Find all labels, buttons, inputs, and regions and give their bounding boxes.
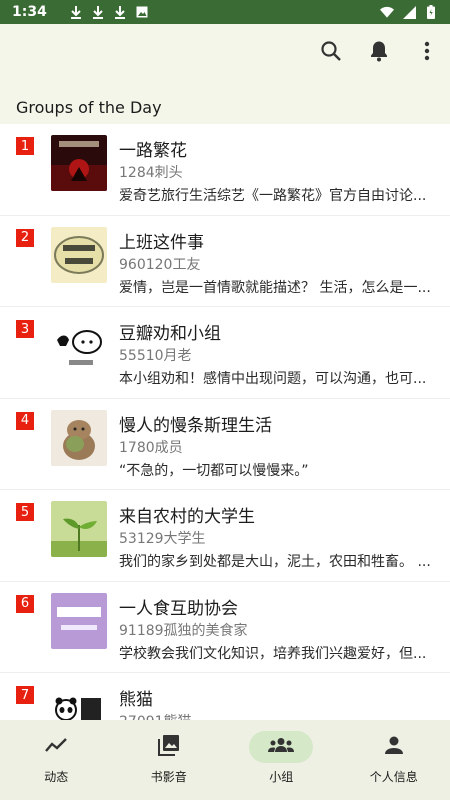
app-bar xyxy=(0,24,450,80)
nav-item-groups[interactable]: 小组 xyxy=(225,720,338,800)
list-item[interactable]: 2 上班这件事 960120工友 爱情，岂是一首情歌就能描述？ 生活，怎么是一.… xyxy=(0,216,450,307)
nav-item-books-movies-music[interactable]: 书影音 xyxy=(113,720,226,800)
group-name: 豆瓣劝和小组 xyxy=(119,324,221,344)
list-item[interactable]: 7 熊猫 27091熊猫 xyxy=(0,673,450,720)
bottom-navigation: 动态 书影音 小组 个人信息 xyxy=(0,720,450,800)
rank-badge: 7 xyxy=(16,686,34,704)
section-title: Groups of the Day xyxy=(0,80,450,124)
list-item[interactable]: 3 豆瓣劝和小组 55510月老 本小组劝和！感情中出现问题，可以沟通，也可..… xyxy=(0,307,450,399)
rank-badge: 4 xyxy=(16,411,34,430)
group-members: 27091熊猫 xyxy=(119,711,192,720)
group-name: 来自农村的大学生 xyxy=(119,507,255,527)
image-icon xyxy=(135,5,149,19)
group-list[interactable]: 1 一路繁花 1284刺头 爱奇艺旅行生活综艺《一路繁花》官方自由讨论... 2… xyxy=(0,124,450,720)
rank-badge: 1 xyxy=(16,137,34,155)
status-bar: 1:34 xyxy=(0,0,450,24)
nav-label: 动态 xyxy=(44,770,69,784)
group-description: 爱情，岂是一首情歌就能描述？ 生活，怎么是一... xyxy=(119,279,431,296)
group-avatar xyxy=(51,684,107,720)
search-icon[interactable] xyxy=(318,38,344,64)
list-item[interactable]: 6 一人食互助协会 91189孤独的美食家 学校教会我们文化知识，培养我们兴趣爱… xyxy=(0,582,450,673)
group-members: 53129大学生 xyxy=(119,531,206,547)
group-members: 91189孤独的美食家 xyxy=(119,622,248,639)
group-description: 本小组劝和！感情中出现问题，可以沟通，也可... xyxy=(119,371,427,387)
group-members: 1284刺头 xyxy=(119,165,183,181)
list-item[interactable]: 5 来自农村的大学生 53129大学生 我们的家乡到处都是大山，泥土，农田和牲畜… xyxy=(0,490,450,582)
bell-icon[interactable] xyxy=(366,38,392,64)
status-time: 1:34 xyxy=(12,4,47,20)
group-description: “不急的，一切都可以慢慢来。” xyxy=(119,462,309,479)
group-name: 一路繁花 xyxy=(119,141,187,161)
signal-icon xyxy=(402,5,416,19)
group-name: 慢人的慢条斯理生活 xyxy=(119,415,272,436)
download-icon xyxy=(69,5,83,19)
download-icon xyxy=(113,5,127,19)
nav-item-dynamics[interactable]: 动态 xyxy=(0,720,113,800)
more-vert-icon[interactable] xyxy=(414,38,440,64)
group-members: 1780成员 xyxy=(119,439,183,456)
rank-badge: 2 xyxy=(16,228,34,247)
group-description: 爱奇艺旅行生活综艺《一路繁花》官方自由讨论... xyxy=(119,188,427,204)
group-avatar xyxy=(51,592,107,649)
battery-icon xyxy=(424,5,438,19)
group-avatar xyxy=(51,135,107,191)
nav-label: 个人信息 xyxy=(369,770,418,784)
rank-badge: 5 xyxy=(16,503,34,521)
group-members: 960120工友 xyxy=(119,256,201,273)
group-members: 55510月老 xyxy=(119,348,192,364)
group-avatar xyxy=(51,226,107,283)
group-avatar xyxy=(51,318,107,374)
nav-item-profile[interactable]: 个人信息 xyxy=(338,720,450,800)
group-name: 一人食互助协会 xyxy=(119,598,238,619)
rank-badge: 3 xyxy=(16,320,34,338)
group-name: 上班这件事 xyxy=(119,232,204,253)
rank-badge: 6 xyxy=(16,594,34,613)
nav-label: 书影音 xyxy=(150,770,187,784)
list-item[interactable]: 4 慢人的慢条斯理生活 1780成员 “不急的，一切都可以慢慢来。” xyxy=(0,399,450,490)
list-item[interactable]: 1 一路繁花 1284刺头 爱奇艺旅行生活综艺《一路繁花》官方自由讨论... xyxy=(0,124,450,216)
group-name: 熊猫 xyxy=(119,690,153,710)
download-icon xyxy=(91,5,105,19)
group-description: 我们的家乡到处都是大山，泥土，农田和牲畜。 ... xyxy=(119,554,431,570)
trending-icon xyxy=(45,737,68,757)
groups-icon xyxy=(268,737,295,757)
group-avatar xyxy=(51,501,107,557)
group-avatar xyxy=(51,409,107,466)
wifi-icon xyxy=(380,5,394,19)
person-icon xyxy=(384,736,403,758)
photo-library-icon xyxy=(157,734,180,760)
group-description: 学校教会我们文化知识，培养我们兴趣爱好，但... xyxy=(119,645,427,662)
nav-label: 小组 xyxy=(269,770,294,784)
